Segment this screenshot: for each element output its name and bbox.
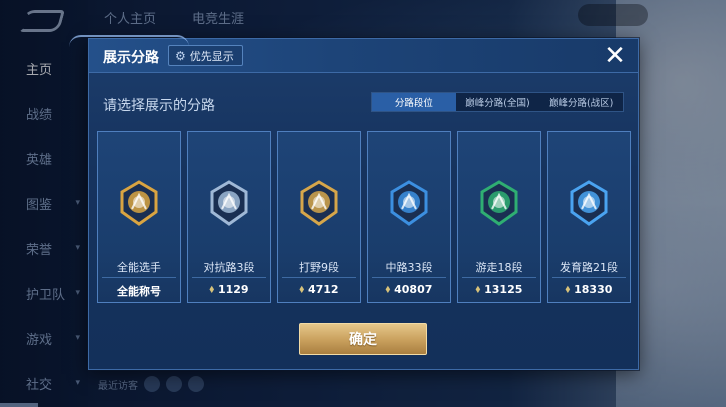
mid-lane-emblem-icon bbox=[388, 180, 430, 226]
priority-display-label: 优先显示 bbox=[189, 49, 234, 63]
lane-name: 发育路21段 bbox=[560, 261, 618, 274]
lane-stat: ⬧ 40807 bbox=[368, 283, 450, 296]
lane-stat: ⬧ 18330 bbox=[548, 283, 630, 296]
lane-card[interactable]: 全能选手 全能称号 bbox=[97, 131, 181, 303]
allround-emblem-icon bbox=[118, 180, 160, 226]
lane-display-dialog: 展示分路 ⚙ 优先显示 ✕ 请选择展示的分路 分路段位 巅峰分路(全国) 巅峰分… bbox=[69, 35, 639, 370]
divider bbox=[102, 277, 176, 278]
lane-card[interactable]: 打野9段 ⬧ 4712 bbox=[277, 131, 361, 303]
gear-icon: ⚙ bbox=[175, 48, 186, 63]
rank-points-icon: ⬧ bbox=[565, 284, 571, 295]
lane-stat-value: 4712 bbox=[307, 283, 339, 296]
lane-stat: ⬧ 1129 bbox=[188, 283, 270, 296]
lane-card[interactable]: 中路33段 ⬧ 40807 bbox=[367, 131, 451, 303]
rank-points-icon: ⬧ bbox=[385, 284, 391, 295]
lane-stat-value: 18330 bbox=[574, 283, 613, 296]
lane-name: 游走18段 bbox=[475, 261, 523, 274]
close-button[interactable]: ✕ bbox=[602, 43, 628, 69]
divider bbox=[462, 277, 536, 278]
roam-emblem-icon bbox=[478, 180, 520, 226]
lane-type-tabs: 分路段位 巅峰分路(全国) 巅峰分路(战区) bbox=[371, 92, 624, 112]
lane-stat-value: 13125 bbox=[484, 283, 523, 296]
rank-points-icon: ⬧ bbox=[475, 284, 481, 295]
farm-lane-emblem-icon bbox=[568, 180, 610, 226]
rank-points-icon: ⬧ bbox=[299, 284, 304, 295]
clash-lane-emblem-icon bbox=[208, 180, 250, 226]
tab-lane-rank[interactable]: 分路段位 bbox=[372, 93, 456, 111]
lane-card[interactable]: 对抗路3段 ⬧ 1129 bbox=[187, 131, 271, 303]
lane-name: 中路33段 bbox=[385, 261, 433, 274]
tab-peak-lane-region[interactable]: 巅峰分路(战区) bbox=[539, 93, 623, 111]
lane-name: 对抗路3段 bbox=[203, 261, 255, 274]
lane-card[interactable]: 发育路21段 ⬧ 18330 bbox=[547, 131, 631, 303]
lane-stat: ⬧ 4712 bbox=[278, 283, 360, 296]
divider bbox=[552, 277, 626, 278]
divider bbox=[282, 277, 356, 278]
divider bbox=[192, 277, 266, 278]
lane-stat: 全能称号 bbox=[98, 283, 180, 299]
divider bbox=[372, 277, 446, 278]
select-lane-prompt: 请选择展示的分路 bbox=[103, 98, 215, 114]
lane-stat-value: 全能称号 bbox=[117, 285, 161, 298]
lane-card[interactable]: 游走18段 ⬧ 13125 bbox=[457, 131, 541, 303]
lane-name: 打野9段 bbox=[299, 261, 339, 274]
confirm-button[interactable]: 确定 bbox=[299, 323, 427, 355]
lane-stat-value: 40807 bbox=[394, 283, 433, 296]
jungle-emblem-icon bbox=[298, 180, 340, 226]
lane-card-list: 全能选手 全能称号 对抗路3段 ⬧ 1129 打野9段 ⬧ 4712 中路33段 ⬧ 40807 游走… bbox=[97, 131, 631, 303]
rank-points-icon: ⬧ bbox=[209, 284, 214, 295]
lane-stat: ⬧ 13125 bbox=[458, 283, 540, 296]
lane-name: 全能选手 bbox=[117, 261, 161, 274]
dialog-header: 展示分路 ⚙ 优先显示 ✕ bbox=[69, 35, 638, 73]
priority-display-button[interactable]: ⚙ 优先显示 bbox=[168, 45, 243, 66]
lane-stat-value: 1129 bbox=[217, 283, 249, 296]
tab-peak-lane-national[interactable]: 巅峰分路(全国) bbox=[456, 93, 540, 111]
dialog-title: 展示分路 bbox=[103, 50, 159, 66]
